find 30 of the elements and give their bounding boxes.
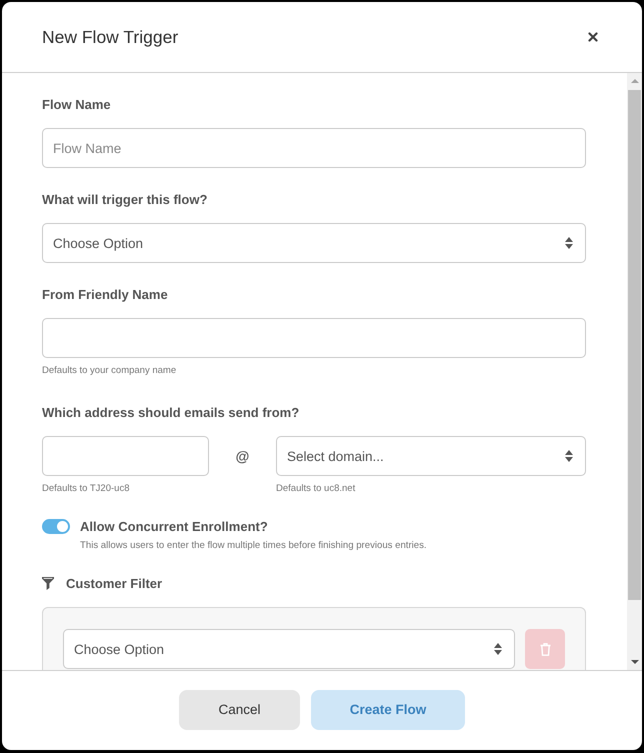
section-title: Customer Filter [66, 576, 162, 592]
cancel-button[interactable]: Cancel [179, 690, 300, 730]
text-input[interactable]: Flow Name [42, 128, 586, 168]
close-icon[interactable] [588, 32, 598, 42]
caret-icon [494, 643, 502, 655]
select-dropdown[interactable]: Choose Option [63, 629, 515, 669]
dialog-title: New Flow Trigger [42, 26, 178, 48]
hint-text: Defaults to TJ20-uc8 [42, 483, 130, 495]
field-label: Flow Name [42, 97, 111, 113]
field-label: What will trigger this flow? [42, 192, 208, 208]
scrollbar[interactable] [627, 73, 642, 670]
funnel-icon [42, 577, 54, 590]
toggle-label: Allow Concurrent Enrollment? [80, 518, 268, 534]
hint-text: Defaults to uc8.net [276, 483, 356, 495]
caret-icon [565, 237, 573, 249]
field-label: Which address should emails send from? [42, 405, 300, 421]
select-dropdown[interactable]: Choose Option [42, 223, 586, 263]
scroll-down-arrow-icon[interactable] [630, 660, 638, 664]
hint-text: Defaults to your company name [42, 365, 176, 377]
text-input[interactable] [42, 436, 209, 476]
scrollbar-thumb[interactable] [628, 90, 641, 600]
description-text: This allows users to enter the flow multiple times before finishing previous entries. [80, 540, 427, 552]
caret-icon [565, 450, 573, 462]
scroll-up-arrow-icon[interactable] [630, 79, 638, 83]
trash-icon [540, 642, 550, 656]
toggle-switch[interactable] [42, 518, 70, 534]
text-input[interactable] [42, 318, 586, 358]
select-dropdown[interactable]: Select domain... [276, 436, 586, 476]
field-label: From Friendly Name [42, 287, 168, 303]
at-separator: @ [236, 448, 250, 464]
